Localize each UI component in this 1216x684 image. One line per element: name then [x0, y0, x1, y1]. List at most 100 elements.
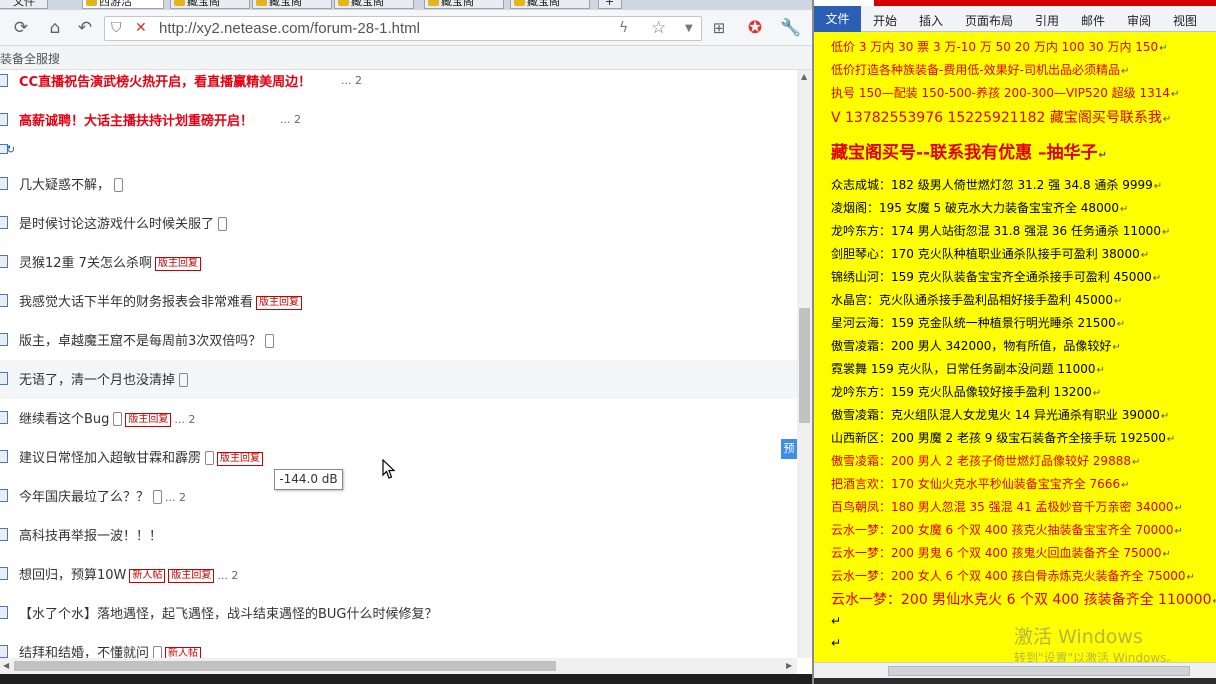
document-line: 百鸟朝凤：180 男人忽混 35 强混 41 孟极妙音千万亲密 34000↵	[831, 498, 1183, 515]
paragraph-mark-icon: ↵	[1092, 388, 1102, 399]
game-icon[interactable]: ✪	[744, 17, 766, 39]
thread-badge: 新人帖	[165, 647, 202, 658]
thread-row[interactable]: 建议日常怪加入超敏甘霖和霹雳 版主回复	[0, 438, 797, 477]
page-links[interactable]: ... 2	[280, 113, 301, 126]
document-line-text: 藏宝阁买号--联系我有优惠 –抽华子	[831, 143, 1098, 163]
page-links[interactable]: ... 2	[341, 74, 362, 87]
grid-icon[interactable]: ⊞	[708, 17, 730, 39]
tab-label: 西游活	[99, 0, 132, 8]
document-line: 傲雪凌霜：200 男人 2 老孩子倚世燃灯品像较好 29888↵	[831, 452, 1140, 469]
browser-tab[interactable]: 藏宝阁	[170, 0, 250, 9]
refresh-icon[interactable]: ↻	[6, 143, 15, 156]
scroll-left-icon[interactable]: ◀	[3, 661, 9, 670]
thread-title[interactable]: 版主，卓越魔王窟不是每周前3次双倍吗？	[19, 330, 275, 349]
thread-row[interactable]: CC直播祝告演武榜火热开启，看直播赢精美周边！ ... 2	[0, 70, 797, 101]
ribbon-tab-review[interactable]: 审阅	[1127, 12, 1151, 29]
thread-title[interactable]: 高科技再举报一波！！！	[19, 525, 162, 544]
star-icon[interactable]: ☆	[651, 18, 666, 38]
browser-tab[interactable]: 文件	[0, 0, 48, 9]
page-icon	[428, 0, 439, 6]
ribbon-tab-view[interactable]: 视图	[1173, 12, 1197, 29]
dropdown-arrow-icon[interactable]: ▼	[685, 23, 693, 34]
scroll-thumb[interactable]	[888, 666, 1190, 676]
horizontal-scrollbar[interactable]: ◀ ▶	[0, 658, 797, 674]
document-page[interactable]: 低价 3 万内 30 票 3 万-10 万 50 20 万内 100 30 万内…	[814, 32, 1216, 662]
paragraph-mark-icon: ↵	[1131, 457, 1141, 468]
thread-title-text: 今年国庆最垃了么？？	[19, 490, 150, 505]
undo-icon[interactable]: ↶	[74, 17, 96, 39]
document-line-text: 低价 3 万内 30 票 3 万-10 万 50 20 万内 100 30 万内…	[831, 40, 1159, 54]
thread-title[interactable]: 继续看这个Bug 版主回复... 2	[19, 408, 195, 427]
ribbon-tab-layout[interactable]: 页面布局	[965, 12, 1013, 29]
home-icon[interactable]: ⌂	[44, 17, 66, 39]
thread-title[interactable]: 想回归，预算10W 新人帖 版主回复... 2	[19, 564, 238, 583]
paragraph-mark-icon: ↵	[831, 636, 842, 650]
mobile-phone-icon	[113, 412, 123, 426]
page-links[interactable]: ... 2	[174, 413, 195, 426]
thread-title[interactable]: 灵猴12重 7关怎么杀啊 版主回复	[19, 252, 201, 271]
thread-row[interactable]: 高科技再举报一波！！！	[0, 516, 797, 555]
thread-title[interactable]: 是时候讨论这游戏什么时候关服了	[19, 213, 228, 232]
thread-row[interactable]: 想回归，预算10W 新人帖 版主回复... 2	[0, 555, 797, 594]
refresh-icon[interactable]: ⟳	[10, 17, 32, 39]
document-line-text: 龙吟东方：159 克火队品像较好接手盈利 13200	[831, 385, 1092, 399]
browser-tab[interactable]: 藏宝阁	[510, 0, 590, 9]
thread-row[interactable]: 版主，卓越魔王窟不是每周前3次双倍吗？	[0, 321, 797, 360]
document-line-text: 锦绣山河：159 克火队装备宝宝齐全通杀接手可盈利 45000	[831, 270, 1152, 284]
paragraph-mark-icon: ↵	[831, 614, 842, 628]
scroll-right-icon[interactable]: ▶	[786, 661, 792, 670]
thread-badge: 版主回复	[256, 296, 303, 310]
scroll-thumb[interactable]	[799, 308, 810, 423]
thread-title[interactable]: 建议日常怪加入超敏甘霖和霹雳 版主回复	[19, 447, 264, 466]
scroll-thumb[interactable]	[14, 661, 556, 671]
thread-row[interactable]: 我感觉大话下半年的财务报表会非常难看 版主回复	[0, 282, 797, 321]
document-line-text: 霓裳舞 159 克火队，日常任务副本没问题 11000	[831, 362, 1096, 376]
document-line-text: 剑胆琴心：170 克火队种植职业通杀队接手可盈利 38000	[831, 247, 1140, 261]
document-line: 低价 3 万内 30 票 3 万-10 万 50 20 万内 100 30 万内…	[831, 38, 1168, 55]
page-icon	[338, 0, 349, 6]
document-line: 龙吟东方：159 克火队品像较好接手盈利 13200↵	[831, 383, 1101, 400]
paragraph-mark-icon: ↵	[1114, 296, 1123, 307]
thread-title[interactable]: 结拜和结婚，不懂就问 新人帖	[19, 642, 202, 658]
activation-watermark-subtitle: 转到"设置"以激活 Windows。	[1014, 651, 1179, 662]
horizontal-scrollbar[interactable]	[814, 662, 1216, 678]
browser-tab[interactable]: 藏宝阁	[424, 0, 504, 9]
thread-row[interactable]: 【水了个水】落地遇怪，起飞遇怪，战斗结束遇怪的BUG什么时候修复？	[0, 594, 797, 633]
ribbon-tab-home[interactable]: 开始	[873, 12, 897, 29]
thread-title[interactable]: 高薪诚聘！大话主播扶持计划重磅开启！	[19, 110, 253, 129]
document-line: 云水一梦：200 女魔 6 个双 400 孩克火抽装备宝宝齐全 70000↵	[831, 521, 1183, 538]
vertical-scrollbar[interactable]: ▲	[797, 70, 812, 658]
browser-tab[interactable]: 西游活	[82, 0, 164, 9]
browser-tab[interactable]: 藏宝阁	[252, 0, 332, 9]
thread-title[interactable]: 我感觉大话下半年的财务报表会非常难看 版主回复	[19, 291, 303, 310]
new-tab-button[interactable]: +	[598, 0, 622, 9]
lightning-icon[interactable]: ϟ	[619, 20, 628, 36]
document-line: 剑胆琴心：170 克火队种植职业通杀队接手可盈利 38000↵	[831, 245, 1149, 262]
thread-row[interactable]: 高薪诚聘！大话主播扶持计划重磅开启！ ... 2	[0, 101, 797, 140]
wrench-icon[interactable]: 🔧	[780, 17, 802, 39]
browser-tab[interactable]: 藏宝阁	[334, 0, 414, 9]
thread-row[interactable]: 灵猴12重 7关怎么杀啊 版主回复	[0, 243, 797, 282]
page-links[interactable]: ... 2	[165, 491, 186, 504]
thread-title[interactable]: 几大疑惑不解，	[19, 174, 124, 193]
thread-row[interactable]: 几大疑惑不解，	[0, 165, 797, 204]
thread-title[interactable]: CC直播祝告演武榜火热开启，看直播赢精美周边！	[19, 71, 311, 90]
thread-title[interactable]: 无语了，清一个月也没清掉	[19, 369, 189, 388]
scroll-up-icon[interactable]: ▲	[801, 72, 807, 81]
thread-row[interactable]: 继续看这个Bug 版主回复... 2	[0, 399, 797, 438]
thread-row[interactable]: 是时候讨论这游戏什么时候关服了	[0, 204, 797, 243]
address-bar[interactable]: ⛉ ✕ http://xy2.netease.com/forum-28-1.ht…	[104, 16, 702, 41]
thread-title[interactable]: 今年国庆最垃了么？？ ... 2	[19, 486, 186, 505]
bookmark-item[interactable]: 装备全服搜	[0, 50, 60, 67]
ribbon-tab-references[interactable]: 引用	[1035, 12, 1059, 29]
ribbon-tab-mailings[interactable]: 邮件	[1081, 12, 1105, 29]
thread-title[interactable]: 【水了个水】落地遇怪，起飞遇怪，战斗结束遇怪的BUG什么时候修复？	[19, 603, 438, 622]
thread-row[interactable]: 结拜和结婚，不懂就问 新人帖	[0, 633, 797, 658]
thread-row[interactable]: 无语了，清一个月也没清掉	[0, 360, 797, 399]
mobile-phone-icon	[218, 217, 228, 231]
page-links[interactable]: ... 2	[217, 569, 238, 582]
side-tab-button[interactable]: 预	[781, 439, 797, 459]
ribbon-tab-insert[interactable]: 插入	[919, 12, 943, 29]
ribbon-tab-file[interactable]: 文件	[814, 6, 861, 32]
thread-row[interactable]: 今年国庆最垃了么？？ ... 2	[0, 477, 797, 516]
